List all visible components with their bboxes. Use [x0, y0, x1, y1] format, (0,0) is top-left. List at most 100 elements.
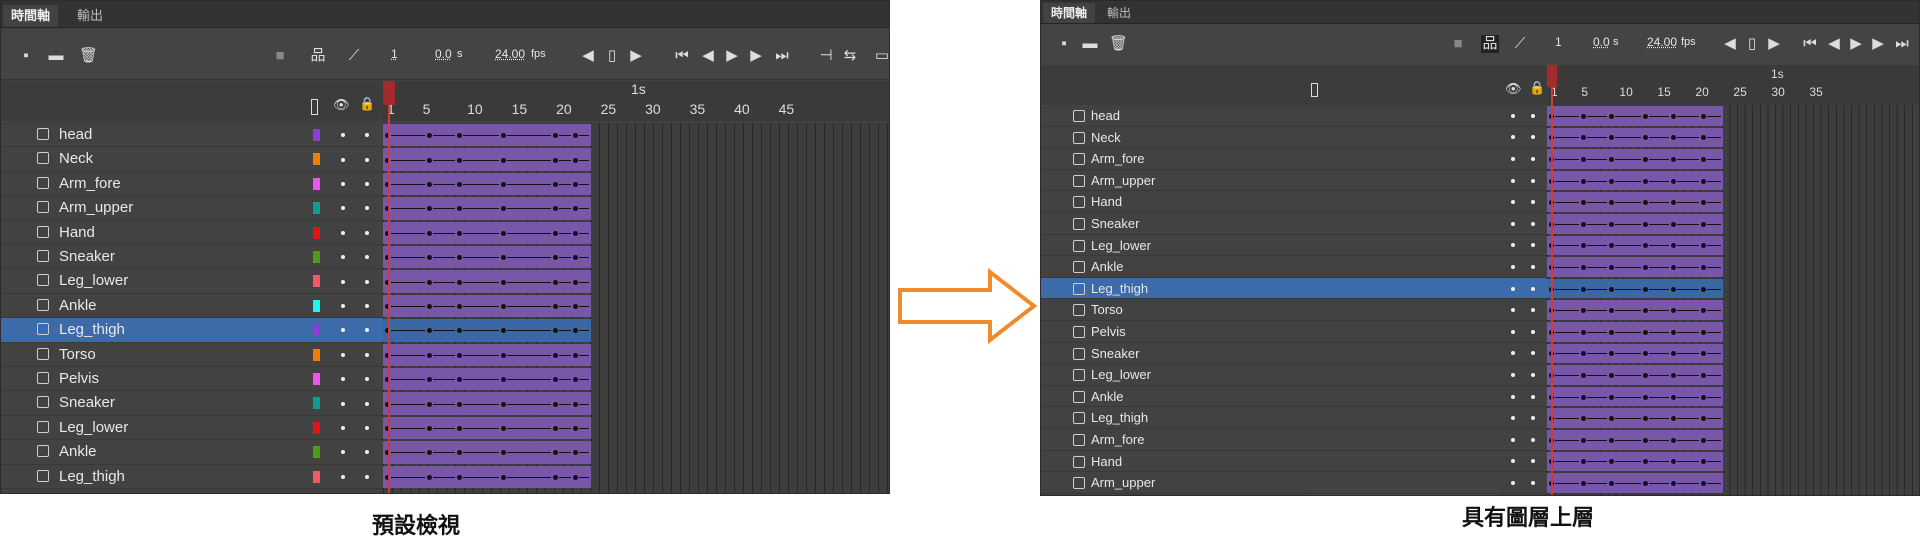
- new-folder-icon[interactable]: ▬: [47, 47, 65, 65]
- keyframe[interactable]: [573, 304, 578, 309]
- layer-toggle-dot[interactable]: [365, 206, 369, 211]
- layer-name[interactable]: Arm_upper: [1091, 173, 1155, 188]
- step-back-icon[interactable]: ◀: [1825, 35, 1843, 53]
- layer-color-swatch[interactable]: [313, 373, 320, 385]
- layer-toggle-dot[interactable]: [1511, 243, 1515, 248]
- layer-name[interactable]: Leg_thigh: [59, 321, 125, 338]
- keyframe[interactable]: [1701, 221, 1706, 227]
- keyframe[interactable]: [1671, 329, 1676, 335]
- layer-toggle-dot[interactable]: [1531, 113, 1535, 118]
- keyframe[interactable]: [457, 426, 462, 431]
- layer-name[interactable]: Ankle: [59, 443, 97, 460]
- layer-row[interactable]: Pelvis: [1041, 321, 1547, 343]
- layer-name[interactable]: Leg_lower: [1091, 367, 1151, 382]
- layer-color-swatch[interactable]: [313, 251, 320, 263]
- layer-parent-icon[interactable]: 品: [309, 47, 327, 65]
- keyframe[interactable]: [1581, 481, 1586, 486]
- layer-row[interactable]: Leg_thigh: [1041, 407, 1547, 429]
- layer-name[interactable]: Pelvis: [1091, 324, 1126, 339]
- layer-toggle-dot[interactable]: [1531, 156, 1535, 161]
- keyframe[interactable]: [501, 401, 506, 407]
- layer-toggle-dot[interactable]: [1511, 480, 1515, 485]
- layer-name[interactable]: Leg_thigh: [1091, 410, 1148, 425]
- keyframe[interactable]: [1581, 265, 1586, 270]
- keyframe[interactable]: [573, 230, 578, 236]
- keyframe[interactable]: [1643, 178, 1648, 184]
- keyframe[interactable]: [1643, 481, 1648, 486]
- layer-toggle-dot[interactable]: [341, 230, 345, 235]
- layer-row[interactable]: Sneaker: [1, 245, 383, 270]
- prev-keyframe-icon[interactable]: ◀: [579, 47, 597, 65]
- keyframe[interactable]: [553, 352, 558, 358]
- layer-row[interactable]: Hand: [1, 220, 383, 245]
- keyframe[interactable]: [1609, 481, 1614, 486]
- keyframe[interactable]: [501, 474, 506, 480]
- keyframe[interactable]: [573, 279, 578, 285]
- center-frame-icon[interactable]: ⊣: [817, 47, 835, 65]
- add-keyframe-icon[interactable]: ▯: [603, 47, 621, 65]
- layer-toggle-dot[interactable]: [365, 401, 369, 406]
- layer-toggle-dot[interactable]: [1511, 351, 1515, 356]
- layer-toggle-dot[interactable]: [1511, 264, 1515, 269]
- keyframe[interactable]: [427, 157, 432, 163]
- layer-color-swatch[interactable]: [313, 129, 320, 141]
- keyframe[interactable]: [1701, 157, 1706, 162]
- keyframe[interactable]: [1581, 286, 1586, 292]
- keyframe[interactable]: [553, 279, 558, 285]
- keyframe[interactable]: [1643, 157, 1648, 162]
- keyframe[interactable]: [1609, 157, 1614, 162]
- layer-color-swatch[interactable]: [313, 324, 320, 337]
- keyframe[interactable]: [553, 474, 558, 480]
- play-icon[interactable]: ▶: [1847, 35, 1865, 53]
- layer-row[interactable]: head: [1, 123, 383, 148]
- keyframe[interactable]: [1643, 221, 1648, 227]
- layer-toggle-dot[interactable]: [365, 474, 369, 479]
- layer-name[interactable]: Torso: [59, 346, 96, 363]
- new-layer-icon[interactable]: ▪: [17, 47, 35, 65]
- outline-column-icon[interactable]: [1311, 83, 1318, 97]
- keyframe[interactable]: [553, 182, 558, 187]
- layer-color-swatch[interactable]: [313, 153, 320, 166]
- layer-row[interactable]: Ankle: [1, 293, 383, 319]
- layer-row[interactable]: Sneaker: [1041, 342, 1547, 365]
- keyframe[interactable]: [501, 182, 506, 187]
- keyframe[interactable]: [1671, 373, 1676, 378]
- layer-toggle-dot[interactable]: [341, 279, 345, 284]
- layer-row[interactable]: Leg_lower: [1, 415, 383, 441]
- layer-name[interactable]: Neck: [1091, 130, 1121, 145]
- layer-name[interactable]: Leg_thigh: [1091, 281, 1148, 296]
- layer-row[interactable]: Arm_upper: [1041, 472, 1547, 494]
- keyframe[interactable]: [1643, 113, 1648, 119]
- layer-row[interactable]: Leg_lower: [1041, 234, 1547, 257]
- prev-keyframe-icon[interactable]: ◀: [1721, 35, 1739, 53]
- trash-icon[interactable]: 🗑: [79, 47, 98, 65]
- keyframe[interactable]: [1609, 113, 1614, 119]
- current-frame[interactable]: 1: [391, 47, 398, 61]
- layer-color-swatch[interactable]: [313, 275, 320, 288]
- keyframe[interactable]: [1643, 437, 1648, 443]
- keyframe[interactable]: [1609, 265, 1614, 270]
- keyframe[interactable]: [1581, 437, 1586, 443]
- new-folder-icon[interactable]: ▬: [1081, 35, 1099, 53]
- layer-name[interactable]: Leg_lower: [59, 272, 128, 289]
- last-frame-icon[interactable]: ⏭: [1893, 35, 1911, 53]
- layer-color-swatch[interactable]: [313, 202, 320, 215]
- keyframe[interactable]: [1701, 178, 1706, 184]
- layer-name[interactable]: Hand: [1091, 194, 1122, 209]
- layer-row[interactable]: Hand: [1041, 191, 1547, 213]
- frame-grid[interactable]: [1547, 105, 1919, 495]
- eye-icon[interactable]: 👁: [333, 97, 350, 113]
- layer-row[interactable]: Arm_fore: [1041, 429, 1547, 451]
- keyframe[interactable]: [553, 426, 558, 431]
- keyframe[interactable]: [553, 304, 558, 309]
- layer-toggle-dot[interactable]: [365, 450, 369, 455]
- camera-icon[interactable]: ■: [1449, 35, 1467, 53]
- keyframe[interactable]: [573, 157, 578, 163]
- layer-row[interactable]: head: [1041, 105, 1547, 127]
- keyframe[interactable]: [1609, 437, 1614, 443]
- keyframe[interactable]: [1643, 286, 1648, 292]
- keyframe[interactable]: [1671, 286, 1676, 292]
- keyframe[interactable]: [1581, 113, 1586, 119]
- layer-toggle-dot[interactable]: [1511, 394, 1515, 399]
- keyframe[interactable]: [1701, 286, 1706, 292]
